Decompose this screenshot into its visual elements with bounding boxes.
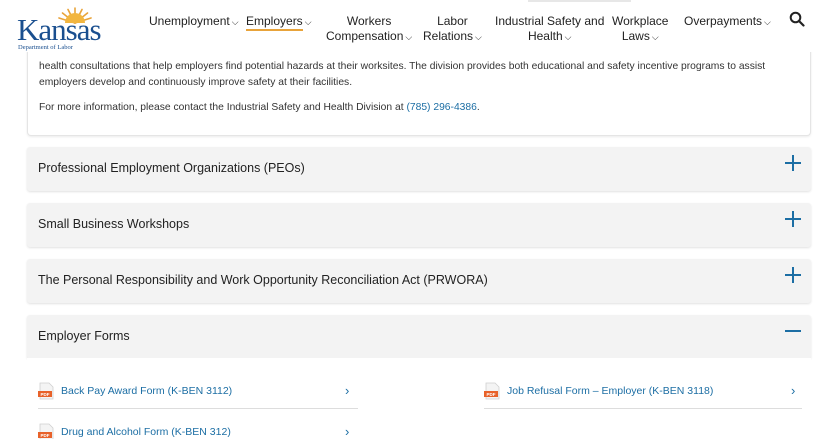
nav-label: Industrial Safety and (495, 14, 605, 28)
intro-paragraph: health consultations that help employers… (39, 61, 766, 88)
nav-label: Labor (437, 14, 468, 28)
accordion-title: Employer Forms (38, 329, 130, 343)
accordion-employer-forms[interactable]: Employer Forms (27, 315, 811, 359)
logo-subtitle: Department of Labor (18, 44, 73, 51)
svg-text:PDF: PDF (487, 392, 496, 397)
accordion-title: Small Business Workshops (38, 217, 190, 231)
divider (38, 408, 358, 409)
nav-label-line2: Compensation (326, 29, 404, 43)
phone-link[interactable]: (785) 296-4386 (406, 102, 476, 113)
chevron-down-icon: ⌵ (564, 32, 572, 42)
logo-wordmark: Kansas (17, 12, 102, 47)
nav-label-line2: Laws (621, 29, 650, 43)
contact-paragraph: For more information, please contact the… (39, 100, 801, 116)
plus-icon[interactable] (784, 210, 802, 228)
form-link-back-pay[interactable]: PDF Back Pay Award Form (K-BEN 3112) › (38, 382, 358, 412)
chevron-right-icon: › (791, 383, 796, 398)
svg-text:PDF: PDF (41, 392, 50, 397)
isd-info-card: health consultations that help employers… (27, 44, 811, 136)
chevron-down-icon: ⌵ (651, 32, 659, 42)
site-header: Kansas Department of Labor Unemployment ⌵… (0, 0, 816, 52)
accordion-title: Professional Employment Organizations (P… (38, 161, 305, 175)
svg-text:PDF: PDF (41, 433, 50, 438)
nav-label: Employers (246, 14, 303, 31)
nav-label: Workplace (612, 14, 669, 28)
chevron-down-icon: ⌵ (304, 17, 312, 27)
form-link-job-refusal[interactable]: PDF Job Refusal Form – Employer (K-BEN 3… (484, 382, 802, 412)
search-icon[interactable] (789, 11, 805, 27)
kansas-dol-logo[interactable]: Kansas Department of Labor (17, 6, 117, 51)
chevron-down-icon: ⌵ (764, 17, 771, 27)
nav-overpayments[interactable]: Overpayments ⌵ (684, 14, 771, 30)
nav-label: Overpayments (684, 14, 763, 28)
chevron-right-icon: › (345, 424, 350, 439)
pdf-icon: PDF (484, 382, 500, 400)
divider (484, 408, 802, 409)
chevron-down-icon: ⌵ (405, 32, 413, 42)
accordion-peos[interactable]: Professional Employment Organizations (P… (27, 147, 811, 191)
chevron-right-icon: › (345, 383, 350, 398)
pdf-icon: PDF (38, 423, 54, 439)
chevron-down-icon: ⌵ (475, 32, 482, 42)
accordion-small-business-workshops[interactable]: Small Business Workshops (27, 203, 811, 247)
nav-industrial-safety-health[interactable]: Industrial Safety and Health ⌵ (495, 14, 604, 45)
accordion-title: The Personal Responsibility and Work Opp… (38, 273, 488, 287)
nav-label-line2: Relations (423, 29, 474, 43)
chevron-down-icon: ⌵ (231, 17, 239, 27)
contact-suffix: . (476, 102, 480, 113)
nav-label: Unemployment (149, 14, 230, 28)
nav-employers[interactable]: Employers ⌵ (246, 14, 312, 31)
minus-icon[interactable] (784, 322, 802, 340)
header-divider (528, 0, 631, 2)
nav-label: Workers (346, 14, 392, 28)
form-link-drug-alcohol[interactable]: PDF Drug and Alcohol Form (K-BEN 312) › (38, 423, 358, 439)
form-link-label: Back Pay Award Form (K-BEN 3112) (61, 385, 233, 397)
form-link-label: Drug and Alcohol Form (K-BEN 312) (61, 426, 231, 438)
contact-text: For more information, please contact the… (39, 102, 407, 113)
plus-icon[interactable] (784, 154, 802, 172)
nav-unemployment[interactable]: Unemployment ⌵ (149, 14, 239, 30)
nav-labor-relations[interactable]: Labor Relations ⌵ (423, 14, 482, 45)
nav-workplace-laws[interactable]: Workplace Laws ⌵ (612, 14, 668, 45)
accordion-prwora[interactable]: The Personal Responsibility and Work Opp… (27, 259, 811, 303)
form-link-label: Job Refusal Form – Employer (K-BEN 3118) (507, 385, 714, 397)
nav-label-line2: Health (527, 29, 563, 43)
pdf-icon: PDF (38, 382, 54, 400)
plus-icon[interactable] (784, 266, 802, 284)
nav-workers-compensation[interactable]: Workers Compensation ⌵ (326, 14, 412, 45)
